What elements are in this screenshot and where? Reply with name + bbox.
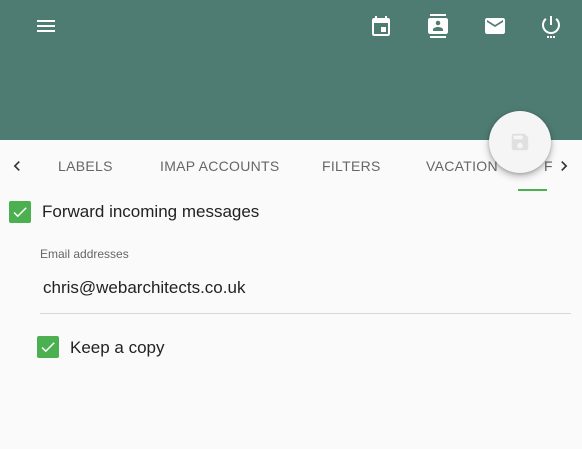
- chevron-left-icon: [13, 161, 20, 171]
- tab-scroll-right-button[interactable]: [552, 154, 576, 178]
- keep-copy-checkbox[interactable]: [37, 336, 59, 358]
- chevron-right-icon: [561, 161, 568, 171]
- check-icon: [13, 207, 27, 218]
- save-icon: [511, 133, 529, 151]
- email-addresses-label: Email addresses: [40, 247, 129, 261]
- tab-filters[interactable]: FILTERS: [322, 158, 381, 174]
- power-icon[interactable]: [537, 12, 565, 40]
- menu-icon[interactable]: [32, 12, 60, 40]
- forward-checkbox[interactable]: [9, 201, 31, 223]
- tab-vacation[interactable]: VACATION: [426, 158, 498, 174]
- contacts-icon[interactable]: [424, 12, 452, 40]
- tab-scroll-left-button[interactable]: [5, 154, 29, 178]
- mail-icon[interactable]: [481, 12, 509, 40]
- calendar-icon[interactable]: [367, 12, 395, 40]
- tab-imap-accounts[interactable]: IMAP ACCOUNTS: [160, 158, 280, 174]
- forward-checkbox-label[interactable]: Forward incoming messages: [42, 202, 259, 222]
- check-icon: [41, 342, 55, 353]
- tab-labels[interactable]: LABELS: [58, 158, 113, 174]
- keep-copy-checkbox-label[interactable]: Keep a copy: [70, 338, 165, 358]
- email-addresses-input[interactable]: [40, 272, 571, 314]
- app-bar: [0, 0, 582, 140]
- active-tab-indicator: [518, 189, 547, 191]
- save-button[interactable]: [489, 111, 551, 173]
